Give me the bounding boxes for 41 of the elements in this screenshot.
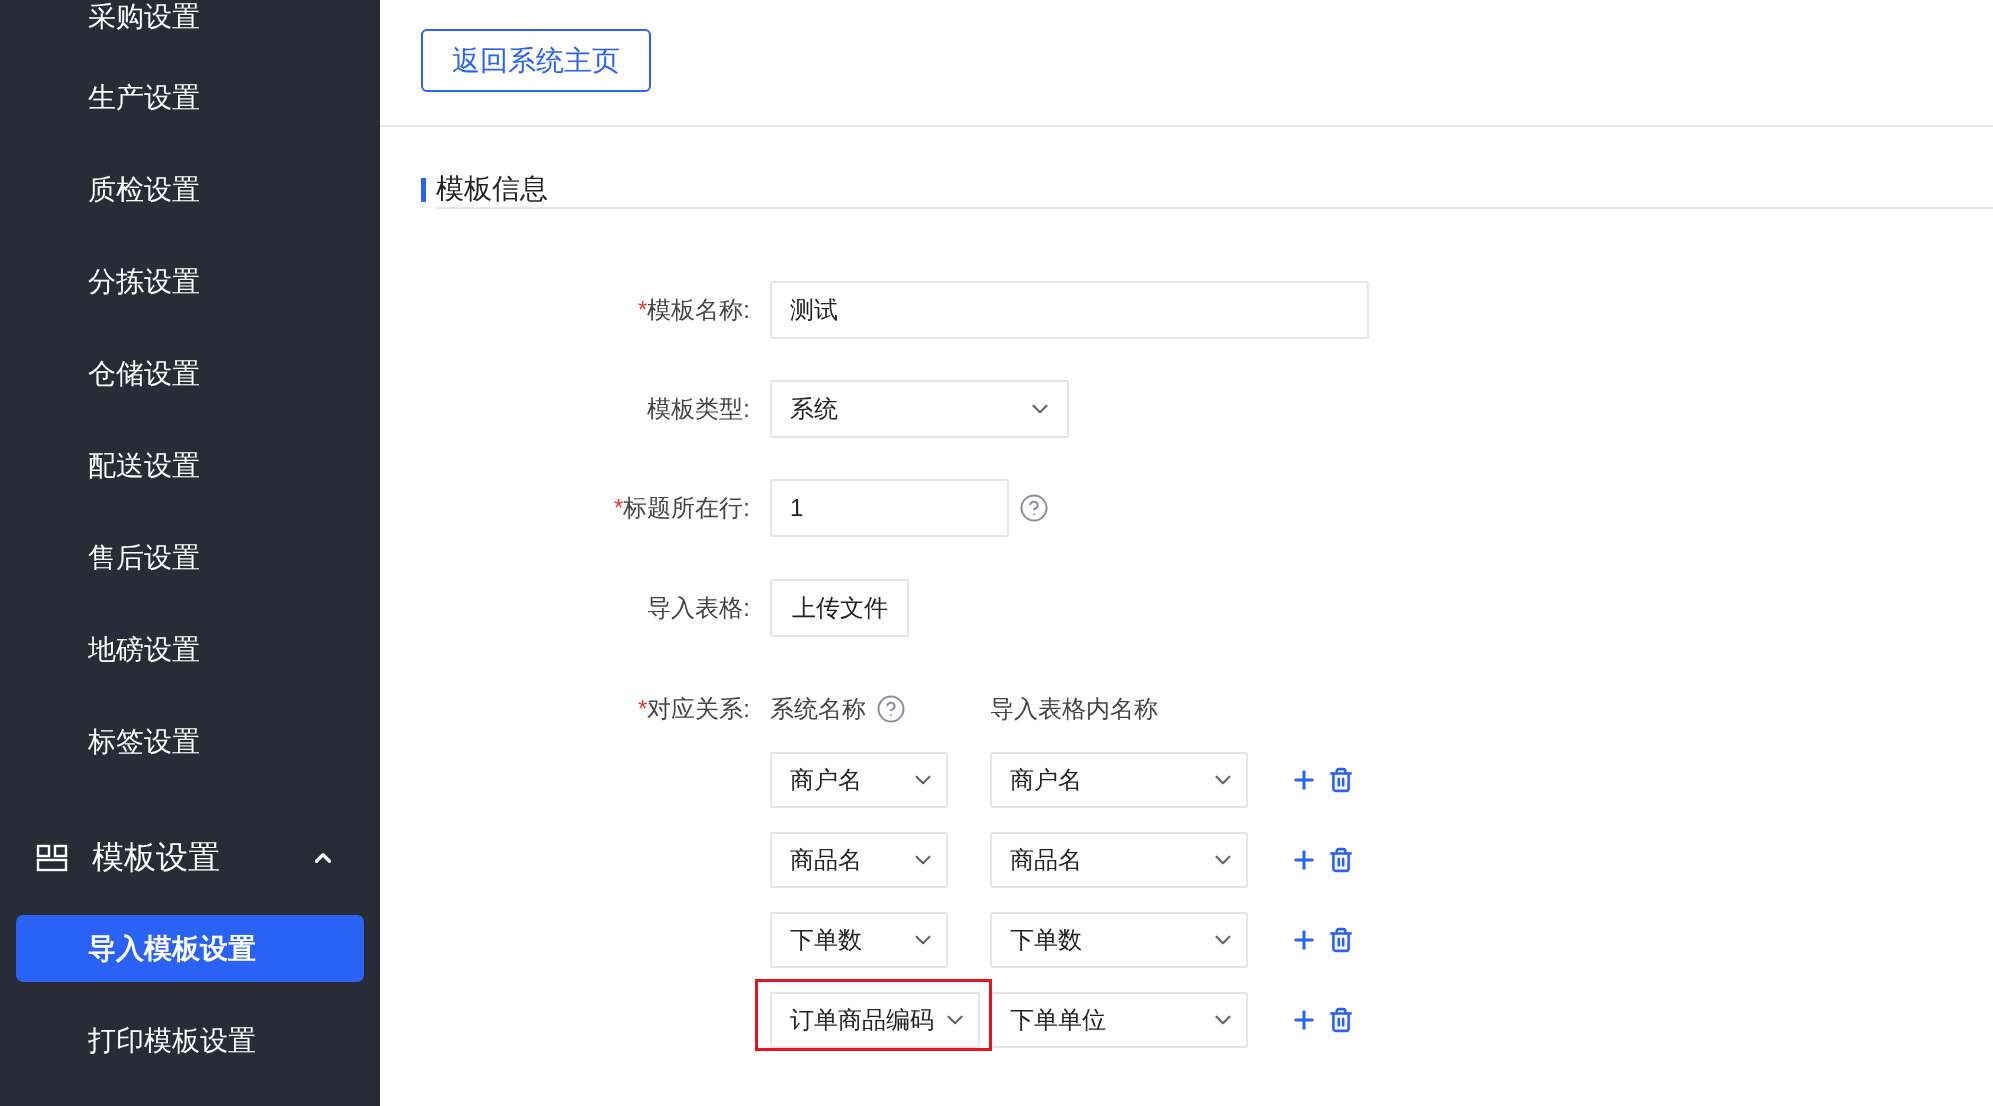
sidebar-item[interactable]: 采购设置 [0,0,380,52]
sidebar-item[interactable]: 配送设置 [0,420,380,512]
column-header: 系统名称 [770,694,866,724]
field-label: 模板类型: [646,394,750,424]
select-field[interactable]: 下单数 [990,912,1248,968]
trash-icon[interactable] [1328,927,1354,953]
sidebar-subitem[interactable]: 导入模板设置 [16,915,364,982]
input-field[interactable]: 测试 [770,281,1369,339]
sidebar-item[interactable]: 生产设置 [0,52,380,144]
sidebar-item[interactable]: 售后设置 [0,512,380,604]
sidebar-item[interactable]: 质检设置 [0,144,380,236]
field-label: *模板名称: [637,295,750,325]
section-accent-bar [421,178,426,202]
layout-icon [36,844,68,872]
trash-icon[interactable] [1328,767,1354,793]
trash-icon[interactable] [1328,1007,1354,1033]
sidebar-item[interactable]: 标签设置 [0,696,380,788]
help-icon[interactable] [876,694,906,724]
sidebar-item[interactable]: 分拣设置 [0,236,380,328]
field-label: *对应关系: [637,694,750,724]
back-button[interactable]: 返回系统主页 [421,29,651,92]
select-field[interactable]: 订单商品编码 [770,992,980,1048]
select-field[interactable]: 下单数 [770,912,948,968]
help-icon[interactable] [1019,493,1049,523]
input-field[interactable]: 1 [770,479,1009,537]
sidebar-item[interactable]: 地磅设置 [0,604,380,696]
select-field[interactable]: 商品名 [990,832,1248,888]
section-title: 模板信息 [436,171,1993,209]
field-label: 导入表格: [646,593,750,623]
upload-button[interactable]: 上传文件 [770,579,909,637]
select-field[interactable]: 商户名 [990,752,1248,808]
sidebar-subitem[interactable]: 打印模板设置 [0,995,380,1087]
field-label: *标题所在行: [613,493,750,523]
select-field[interactable]: 商户名 [770,752,948,808]
sidebar-group-label[interactable]: 模板设置 [92,836,286,880]
select-field[interactable]: 商品名 [770,832,948,888]
select-field[interactable]: 下单单位 [990,992,1248,1048]
trash-icon[interactable] [1328,847,1354,873]
column-header: 导入表格内名称 [990,694,1159,724]
select-field[interactable]: 系统 [770,380,1069,438]
sidebar-item[interactable]: 仓储设置 [0,328,380,420]
